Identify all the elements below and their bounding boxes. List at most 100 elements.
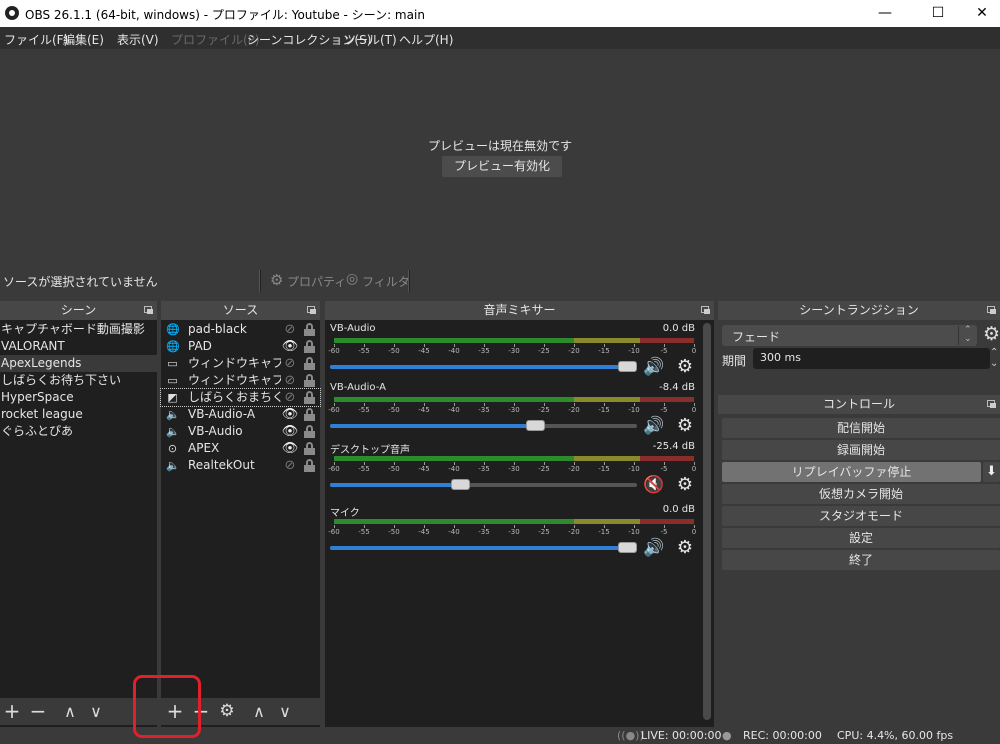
start-recording-button[interactable]: 録画開始 bbox=[722, 440, 1000, 460]
duration-input[interactable]: 300 ms bbox=[753, 348, 990, 369]
close-button[interactable]: ✕ bbox=[959, 0, 1000, 27]
volume-slider[interactable] bbox=[330, 479, 637, 490]
undock-icon[interactable] bbox=[307, 306, 316, 314]
scene-item[interactable]: VALORANT bbox=[0, 338, 157, 355]
tick-label: -35 bbox=[478, 347, 490, 355]
duration-spinner-icon[interactable]: ⌃ ⌄ bbox=[990, 347, 998, 369]
undock-icon[interactable] bbox=[987, 400, 996, 408]
source-item[interactable]: 🌐 PAD 👁 bbox=[161, 338, 320, 355]
mixer-scrollbar[interactable] bbox=[703, 323, 711, 720]
move-scene-down-button[interactable]: ∨ bbox=[84, 698, 108, 725]
source-item[interactable]: 🔈 VB-Audio-A 👁 bbox=[161, 406, 320, 423]
speaker-icon[interactable]: 🔊 bbox=[643, 416, 667, 436]
studio-mode-button[interactable]: スタジオモード bbox=[722, 506, 1000, 526]
source-item[interactable]: 🔈 RealtekOut ⊘ bbox=[161, 457, 320, 474]
eye-hidden-icon[interactable]: ⊘ bbox=[281, 373, 299, 388]
source-item[interactable]: ◩ しばらくおまちくださ⊘ bbox=[160, 388, 321, 407]
unlock-icon[interactable] bbox=[304, 408, 315, 421]
scene-item[interactable]: キャプチャボード動画撮影 bbox=[0, 321, 157, 338]
enable-preview-button[interactable]: プレビュー有効化 bbox=[442, 156, 562, 177]
mixer-title: 音声ミキサー bbox=[325, 301, 714, 320]
undock-icon[interactable] bbox=[701, 306, 710, 314]
unlock-icon[interactable] bbox=[304, 391, 315, 404]
volume-slider-thumb[interactable] bbox=[618, 542, 637, 553]
speaker-icon[interactable]: 🔊 bbox=[643, 538, 667, 558]
unlock-icon[interactable] bbox=[304, 374, 315, 387]
minimize-button[interactable]: — bbox=[862, 0, 908, 27]
volume-slider[interactable] bbox=[330, 542, 637, 553]
speaker-icon: 🔈 bbox=[166, 425, 180, 438]
eye-hidden-icon[interactable]: ⊘ bbox=[281, 356, 299, 371]
transition-settings-gear-icon[interactable]: ⚙ bbox=[983, 323, 1000, 345]
source-item[interactable]: ▭ ウィンドウキャプチャ⊘ bbox=[161, 355, 320, 372]
add-scene-button[interactable]: + bbox=[0, 698, 24, 725]
stop-replay-buffer-button[interactable]: リプレイバッファ停止 bbox=[722, 462, 981, 482]
volume-slider-thumb[interactable] bbox=[525, 420, 545, 431]
muted-speaker-icon[interactable]: 🔇 bbox=[643, 475, 667, 495]
eye-hidden-icon[interactable]: ⊘ bbox=[281, 390, 299, 405]
remove-source-button[interactable]: − bbox=[189, 698, 213, 725]
properties-button[interactable]: プロパティ bbox=[287, 273, 346, 290]
scene-item[interactable]: しばらくお待ち下さい bbox=[0, 372, 157, 389]
eye-icon[interactable]: 👁 bbox=[281, 424, 299, 439]
tick-label: 0 bbox=[691, 406, 697, 414]
unlock-icon[interactable] bbox=[304, 323, 315, 336]
select-arrows-icon: ⌃ ⌄ bbox=[964, 325, 972, 344]
gear-icon[interactable]: ⚙ bbox=[675, 475, 695, 495]
scene-item[interactable]: rocket league bbox=[0, 406, 157, 423]
menu-file[interactable]: ファイル(F) bbox=[4, 31, 68, 48]
gear-icon[interactable]: ⚙ bbox=[675, 416, 695, 436]
unlock-icon[interactable] bbox=[304, 459, 315, 472]
menu-view[interactable]: 表示(V) bbox=[117, 31, 159, 48]
volume-slider-thumb[interactable] bbox=[618, 361, 637, 372]
move-source-down-button[interactable]: ∨ bbox=[273, 698, 297, 725]
start-streaming-button[interactable]: 配信開始 bbox=[722, 418, 1000, 438]
source-properties-button[interactable]: ⚙ bbox=[215, 698, 239, 725]
volume-slider-thumb[interactable] bbox=[450, 479, 470, 490]
gear-icon[interactable]: ⚙ bbox=[675, 357, 695, 377]
scene-item[interactable]: HyperSpace bbox=[0, 389, 157, 406]
mixer-channel: デスクトップ音声 -25.4 dB -60 -55 -50 -45 -40 -35 -30 -25… bbox=[328, 441, 696, 501]
menu-edit[interactable]: 編集(E) bbox=[63, 31, 104, 48]
tick-label: -50 bbox=[388, 406, 400, 414]
meter-yellow-zone bbox=[574, 456, 640, 461]
unlock-icon[interactable] bbox=[304, 357, 315, 370]
source-item[interactable]: ⊙ APEX 👁 bbox=[161, 440, 320, 457]
remove-scene-button[interactable]: − bbox=[26, 698, 50, 725]
source-item[interactable]: ▭ ウィンドウキャプチャ⊘ bbox=[161, 372, 320, 389]
move-scene-up-button[interactable]: ∧ bbox=[58, 698, 82, 725]
speaker-icon[interactable]: 🔊 bbox=[643, 357, 667, 377]
eye-icon[interactable]: 👁 bbox=[281, 441, 299, 456]
eye-icon[interactable]: 👁 bbox=[281, 407, 299, 422]
unlock-icon[interactable] bbox=[304, 340, 315, 353]
settings-button[interactable]: 設定 bbox=[722, 528, 1000, 548]
gear-icon[interactable]: ⚙ bbox=[675, 538, 695, 558]
source-item[interactable]: 🌐 pad-black ⊘ bbox=[161, 321, 320, 338]
add-source-button[interactable]: + bbox=[163, 698, 187, 725]
undock-icon[interactable] bbox=[144, 306, 153, 314]
eye-hidden-icon[interactable]: ⊘ bbox=[281, 458, 299, 473]
unlock-icon[interactable] bbox=[304, 425, 315, 438]
globe-icon: 🌐 bbox=[166, 323, 180, 336]
volume-slider[interactable] bbox=[330, 420, 637, 431]
scene-item[interactable]: ApexLegends bbox=[0, 355, 157, 372]
menu-tools[interactable]: ツール(T) bbox=[344, 31, 397, 48]
save-replay-button[interactable]: ⬇ bbox=[983, 462, 1000, 482]
source-label: PAD bbox=[188, 339, 212, 353]
unlock-icon[interactable] bbox=[304, 442, 315, 455]
transition-select[interactable]: フェード ⌃ ⌄ bbox=[722, 325, 977, 346]
eye-icon[interactable]: 👁 bbox=[281, 339, 299, 354]
scenes-dock: シーン キャプチャボード動画撮影 VALORANT ApexLegends しばらくお… bbox=[0, 301, 157, 727]
eye-hidden-icon[interactable]: ⊘ bbox=[281, 322, 299, 337]
undock-icon[interactable] bbox=[987, 306, 996, 314]
filters-button[interactable]: フィルタ bbox=[362, 273, 410, 290]
meter-green-zone bbox=[334, 456, 574, 461]
maximize-button[interactable]: ☐ bbox=[915, 0, 961, 27]
scene-item[interactable]: ぐらふとぴあ bbox=[0, 423, 157, 440]
source-item[interactable]: 🔈 VB-Audio 👁 bbox=[161, 423, 320, 440]
move-source-up-button[interactable]: ∧ bbox=[247, 698, 271, 725]
start-virtual-camera-button[interactable]: 仮想カメラ開始 bbox=[722, 484, 1000, 504]
volume-slider[interactable] bbox=[330, 361, 637, 372]
exit-button[interactable]: 終了 bbox=[722, 550, 1000, 570]
menu-help[interactable]: ヘルプ(H) bbox=[399, 31, 453, 48]
